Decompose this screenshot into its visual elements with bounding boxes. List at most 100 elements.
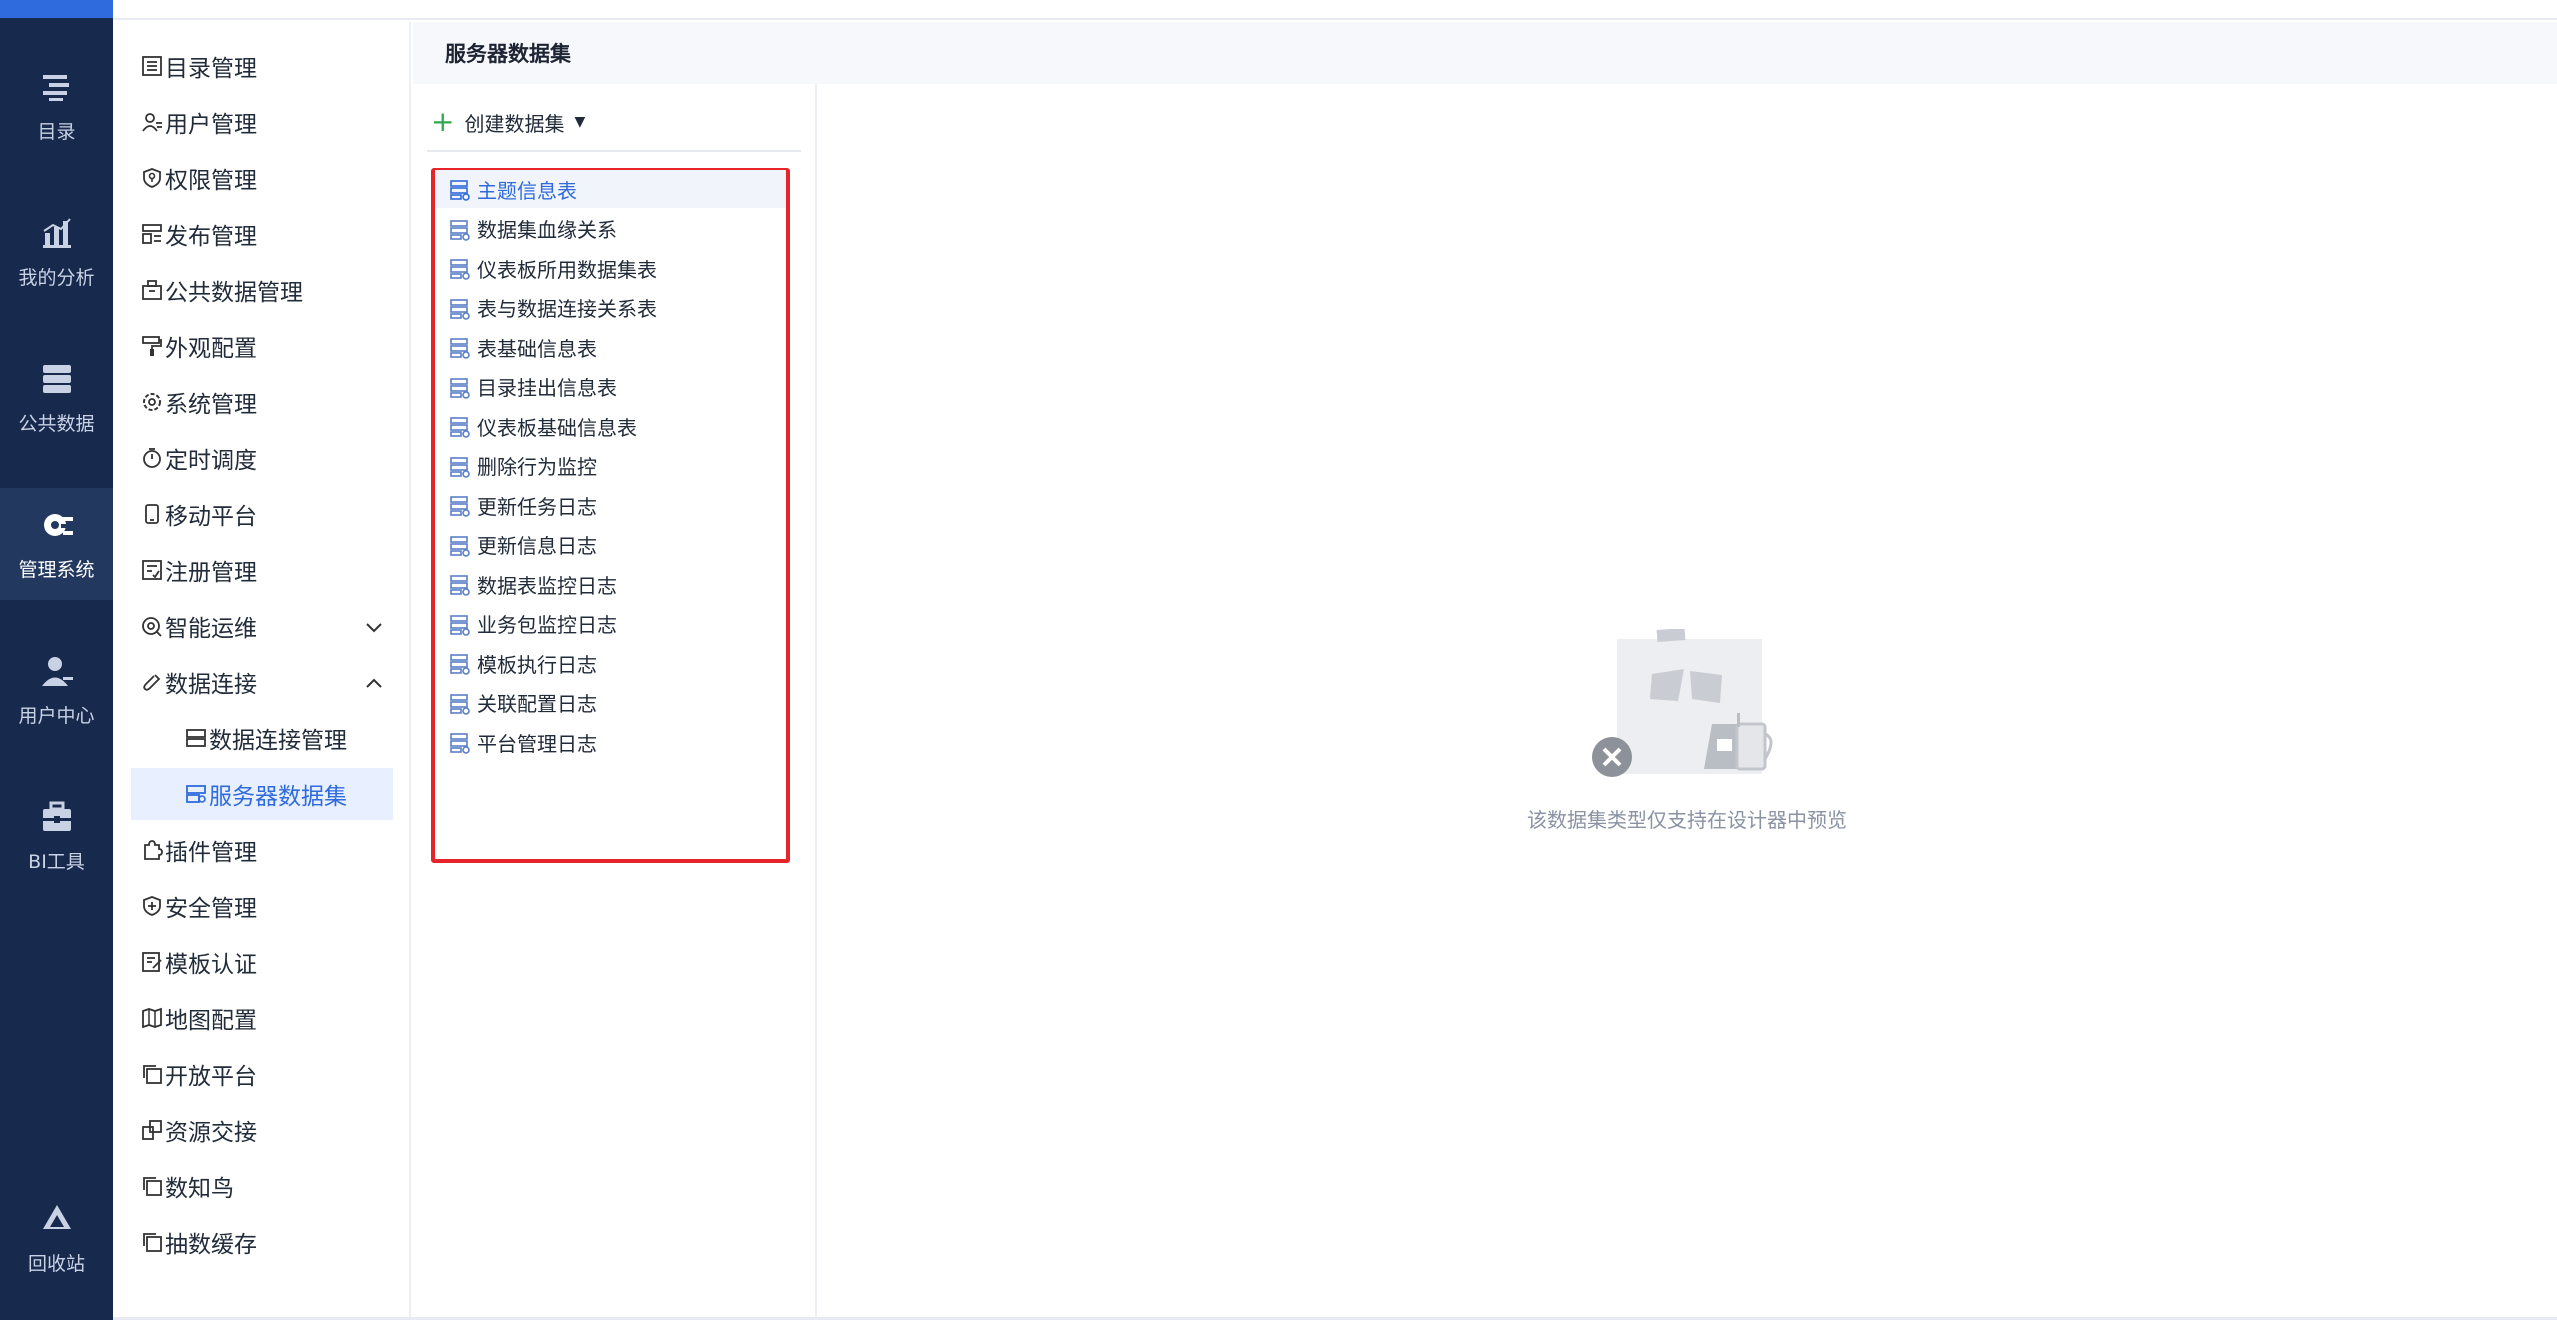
menu-item-public-data[interactable]: 公共数据管理 [131, 264, 393, 316]
dataset-item[interactable]: 表基础信息表 [435, 328, 786, 366]
preview-area: 该数据集类型仅支持在设计器中预览 [817, 84, 2557, 1320]
rail-item-analysis[interactable]: 我的分析 [0, 196, 113, 308]
dataset-label: 业务包监控日志 [477, 613, 617, 637]
chevron-down-icon[interactable] [363, 616, 385, 638]
dataset-item[interactable]: 数据集血缘关系 [435, 210, 786, 248]
menu-item-connection-manage[interactable]: 数据连接管理 [131, 712, 393, 764]
menu-item-users[interactable]: 用户管理 [131, 96, 393, 148]
copy-icon [143, 1233, 162, 1252]
menu-item-appearance[interactable]: 外观配置 [131, 320, 393, 372]
dataset-table-icon [450, 535, 470, 557]
dataset-item[interactable]: 数据表监控日志 [435, 565, 786, 603]
dataset-item[interactable]: 更新信息日志 [435, 526, 786, 564]
dataset-table-icon [450, 614, 470, 636]
dataset-label: 模板执行日志 [477, 652, 597, 677]
menu-item-system[interactable]: 系统管理 [131, 376, 393, 428]
menu-item-template-auth[interactable]: 模板认证 [131, 936, 393, 988]
menu-label: 外观配置 [165, 336, 257, 362]
menu-label: 数知鸟 [165, 1176, 234, 1202]
menu-label: 服务器数据集 [209, 784, 347, 810]
menu-label: 智能运维 [165, 616, 257, 642]
menu-label: 数据连接管理 [209, 728, 347, 754]
menu-item-mobile[interactable]: 移动平台 [131, 488, 393, 540]
rail-label: 用户中心 [18, 704, 95, 727]
briefcase-icon [142, 280, 162, 300]
dataset-label: 更新信息日志 [477, 534, 597, 558]
shield-key-icon [143, 168, 161, 188]
page-title: 服务器数据集 [413, 22, 2557, 84]
dataset-label: 表基础信息表 [477, 336, 597, 361]
dataset-item[interactable]: 平台管理日志 [435, 723, 786, 761]
menu-item-register[interactable]: 注册管理 [131, 544, 393, 596]
empty-state-illustration [1592, 629, 1773, 777]
dataset-item[interactable]: 删除行为监控 [435, 447, 786, 485]
menu-label: 定时调度 [165, 448, 257, 474]
menu-item-resource-handover[interactable]: 资源交接 [131, 1104, 393, 1156]
dataset-item[interactable]: 关联配置日志 [435, 684, 786, 722]
dataset-item[interactable]: 主题信息表 [435, 170, 786, 208]
dataset-table-icon [450, 259, 470, 280]
menu-item-permissions[interactable]: 权限管理 [131, 152, 393, 204]
menu-item-open-platform[interactable]: 开放平台 [131, 1048, 393, 1100]
register-icon [142, 560, 162, 580]
create-dataset-button[interactable]: + 创建数据集 ▼ [431, 104, 585, 140]
timer-icon [143, 448, 161, 468]
dataset-item[interactable]: 仪表板基础信息表 [435, 407, 786, 445]
shield-plus-icon [143, 896, 161, 916]
menu-item-schedule[interactable]: 定时调度 [131, 432, 393, 484]
dataset-label: 关联配置日志 [477, 692, 597, 716]
admin-menu: 目录管理 用户管理 权限管理 发布管理 公共数据管理 外观配置 系统管理 定时调… [113, 22, 411, 1320]
menu-item-server-dataset[interactable]: 服务器数据集 [131, 768, 393, 820]
dataset-table-icon [450, 338, 470, 359]
dataset-item[interactable]: 更新任务日志 [435, 486, 786, 524]
rail-item-bi-tools[interactable]: BI工具 [0, 780, 113, 892]
dataset-label: 目录挂出信息表 [477, 376, 617, 400]
template-auth-icon [142, 952, 162, 972]
chevron-up-icon[interactable] [363, 672, 385, 694]
menu-label: 数据连接 [165, 672, 257, 698]
menu-label: 权限管理 [165, 168, 257, 194]
link-icon [143, 674, 161, 691]
paint-roller-icon [142, 336, 162, 356]
menu-item-catalog[interactable]: 目录管理 [131, 40, 393, 92]
plus-icon: + [431, 105, 455, 138]
menu-label: 注册管理 [165, 560, 257, 586]
menu-item-plugins[interactable]: 插件管理 [131, 824, 393, 876]
dataset-table-icon [450, 219, 470, 241]
rail-item-recycle[interactable]: 回收站 [0, 1182, 113, 1294]
divider [427, 150, 801, 152]
rail-item-catalog[interactable]: 目录 [0, 50, 113, 162]
dataset-label: 平台管理日志 [477, 731, 597, 756]
menu-item-data-connection[interactable]: 数据连接 [131, 656, 393, 708]
dataset-item[interactable]: 表与数据连接关系表 [435, 289, 786, 327]
ops-icon [142, 617, 162, 637]
dataset-item[interactable]: 仪表板所用数据集表 [435, 249, 786, 287]
dataset-label: 数据表监控日志 [477, 573, 617, 598]
dataset-list-panel: + 创建数据集 ▼ 主题信息表数据集血缘关系仪表板所用数据集表 表与数据连接关系表… [413, 84, 817, 1320]
menu-item-ops[interactable]: 智能运维 [131, 600, 393, 652]
rail-label: 管理系统 [18, 558, 95, 581]
dataset-label: 数据集血缘关系 [477, 218, 617, 242]
copy-icon [143, 1177, 162, 1196]
rail-item-user-center[interactable]: 用户中心 [0, 634, 113, 746]
empty-state-text: 该数据集类型仅支持在设计器中预览 [1527, 808, 1847, 832]
rail-label: 回收站 [27, 1252, 85, 1275]
rail-item-admin[interactable]: 管理系统 [0, 488, 113, 600]
rail-item-public-data[interactable]: 公共数据 [0, 342, 113, 454]
menu-item-security[interactable]: 安全管理 [131, 880, 393, 932]
publish-icon [142, 224, 162, 244]
dataset-item[interactable]: 业务包监控日志 [435, 605, 786, 643]
dataset-item[interactable]: 目录挂出信息表 [435, 368, 786, 406]
menu-item-extract-cache[interactable]: 抽数缓存 [131, 1216, 393, 1268]
menu-item-shuzhiniao[interactable]: 数知鸟 [131, 1160, 393, 1212]
menu-label: 开放平台 [165, 1064, 257, 1090]
mobile-icon [145, 504, 159, 524]
menu-label: 地图配置 [165, 1008, 257, 1034]
top-bar [113, 0, 2557, 20]
menu-item-map[interactable]: 地图配置 [131, 992, 393, 1044]
menu-item-publish[interactable]: 发布管理 [131, 208, 393, 260]
rail-label: 目录 [37, 120, 76, 143]
dataset-item[interactable]: 模板执行日志 [435, 644, 786, 682]
menu-label: 公共数据管理 [165, 280, 303, 306]
plugin-icon [144, 840, 163, 860]
